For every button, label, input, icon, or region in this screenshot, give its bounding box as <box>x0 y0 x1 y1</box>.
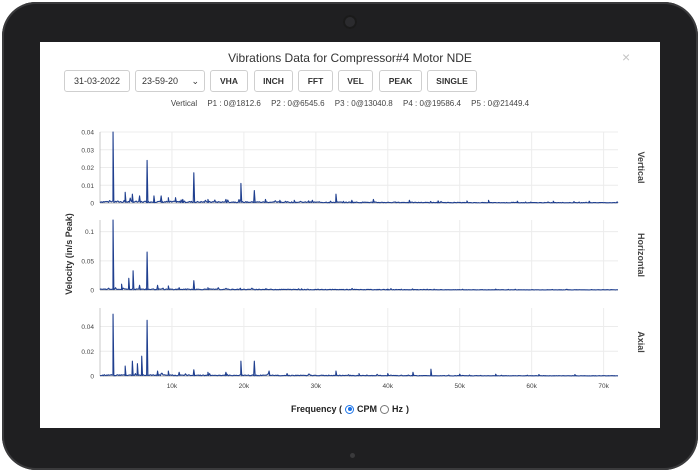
x-tick-label: 30k <box>311 383 322 390</box>
peak-5: P5 : 0@21449.4 <box>471 99 530 108</box>
panel-label-horizontal: Horizontal <box>636 233 646 277</box>
y-tick-label: 0.02 <box>81 165 94 172</box>
vel-button[interactable]: VEL <box>338 70 373 92</box>
time-select[interactable]: 23-59-20 ⌄ <box>135 70 205 92</box>
peak-button[interactable]: PEAK <box>379 70 422 92</box>
inch-button[interactable]: INCH <box>254 70 293 92</box>
vibration-modal: Vibrations Data for Compressor#4 Motor N… <box>40 42 660 428</box>
single-button[interactable]: SINGLE <box>427 70 477 92</box>
date-value: 31-03-2022 <box>73 76 121 86</box>
camera-icon <box>343 15 357 29</box>
fft-button[interactable]: FFT <box>298 70 333 92</box>
y-tick-label: 0.03 <box>81 147 94 154</box>
y-tick-label: 0.1 <box>85 229 94 236</box>
x-tick-label: 20k <box>239 383 250 390</box>
vibration-spectrum-chart: 0 0.01 0.02 0.03 0.04 Vertical 0 0.05 0.1 Horizon… <box>64 130 646 391</box>
vha-button[interactable]: VHA <box>210 70 248 92</box>
peak-info: Vertical P1 : 0@1812.6 P2 : 0@6545.6 P3 … <box>40 99 660 108</box>
x-tick-label: 70k <box>598 383 609 390</box>
hz-label: Hz <box>392 404 403 414</box>
peak-2: P2 : 0@6545.6 <box>271 99 325 108</box>
date-field[interactable]: 31-03-2022 <box>64 70 130 92</box>
y-tick-label: 0.04 <box>81 130 94 137</box>
frequency-suffix: ) <box>406 404 409 414</box>
y-axis-title: Velocity (in/s Peak) <box>64 213 74 295</box>
spectrum-line-axial <box>99 313 619 377</box>
y-tick-label: 0 <box>90 288 94 295</box>
spectrum-line-horizontal <box>99 219 619 291</box>
peak-3: P3 : 0@13040.8 <box>334 99 393 108</box>
x-tick-label: 40k <box>383 383 394 390</box>
peak-1: P1 : 0@1812.6 <box>207 99 261 108</box>
x-tick-label: 50k <box>454 383 465 390</box>
home-sensor-icon <box>350 453 355 458</box>
y-tick-label: 0.05 <box>81 258 94 265</box>
frequency-label: Frequency ( <box>290 404 342 414</box>
frequency-selector: Frequency ( CPM Hz ) <box>40 404 660 414</box>
x-tick-label: 10k <box>167 383 178 390</box>
y-tick-label: 0.04 <box>81 324 94 331</box>
y-tick-label: 0 <box>90 374 94 381</box>
modal-title: Vibrations Data for Compressor#4 Motor N… <box>228 51 472 65</box>
y-tick-label: 0 <box>90 201 94 208</box>
time-value: 23-59-20 <box>142 76 179 86</box>
peak-4: P4 : 0@19586.4 <box>402 99 461 108</box>
chevron-down-icon: ⌄ <box>191 76 199 86</box>
y-tick-label: 0.02 <box>81 349 94 356</box>
peak-axis-label: Vertical <box>170 99 198 108</box>
x-tick-label: 60k <box>526 383 537 390</box>
panel-label-vertical: Vertical <box>636 151 646 183</box>
panel-label-axial: Axial <box>636 331 646 353</box>
y-tick-label: 0.01 <box>81 183 94 190</box>
hz-radio[interactable] <box>380 404 389 414</box>
cpm-label: CPM <box>357 404 377 414</box>
cpm-radio[interactable] <box>345 404 354 414</box>
close-icon[interactable]: × <box>622 50 630 64</box>
